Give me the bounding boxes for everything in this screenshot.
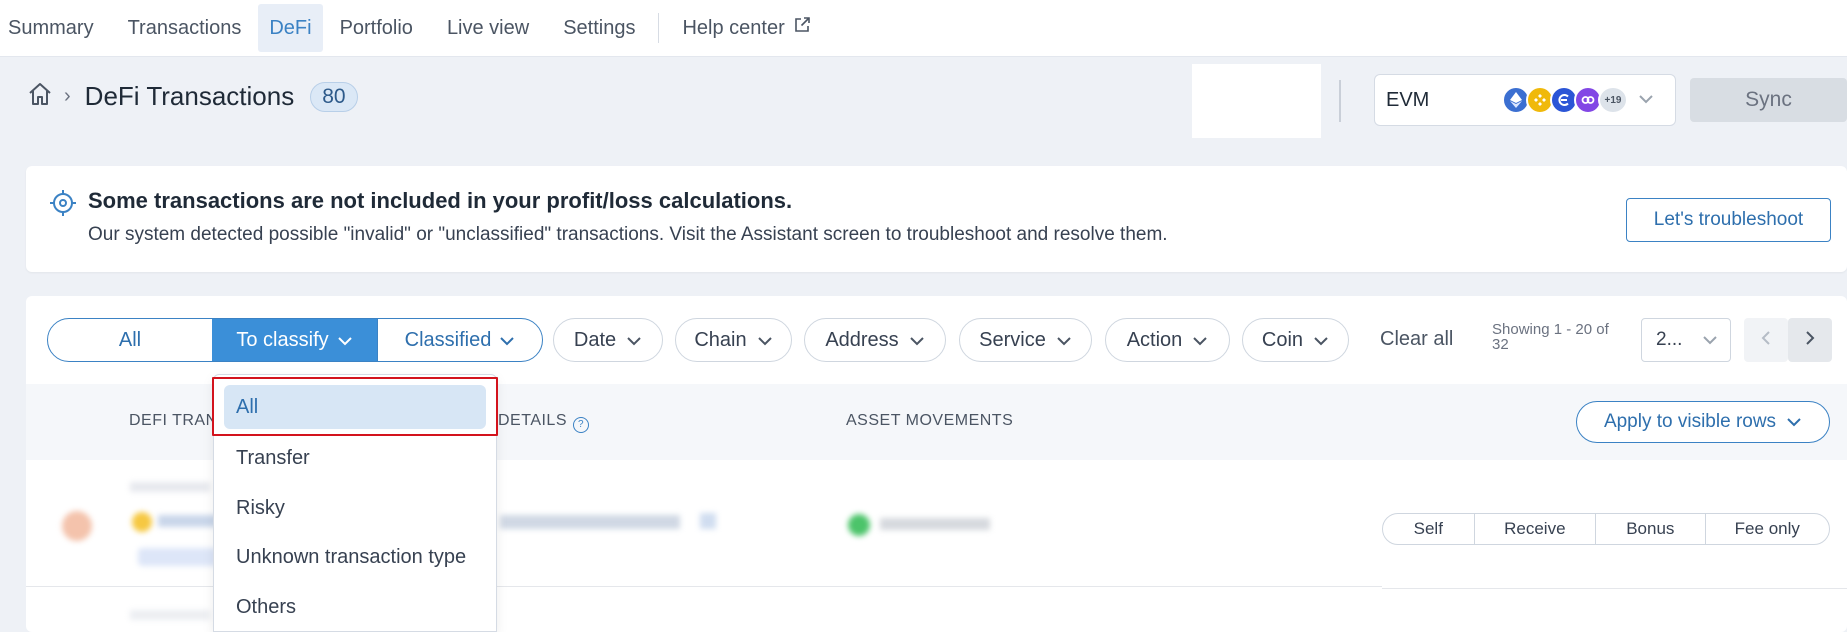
help-center-label: Help center <box>682 16 785 39</box>
transaction-count-badge: 80 <box>310 81 358 112</box>
breadcrumb-chevron-icon: › <box>64 85 71 107</box>
tab-settings[interactable]: Settings <box>546 4 652 52</box>
tab-transactions[interactable]: Transactions <box>111 4 259 52</box>
tag-bonus[interactable]: Bonus <box>1595 514 1705 544</box>
segment-classified-label: Classified <box>404 328 492 351</box>
classification-segmented-control: All To classify Classified <box>47 318 543 362</box>
row-coin-dot <box>132 512 152 532</box>
row2-date-placeholder <box>130 610 210 620</box>
tag-fee-only[interactable]: Fee only <box>1704 514 1829 544</box>
chevron-down-icon <box>909 329 925 352</box>
row-date-placeholder <box>130 482 210 492</box>
chevron-down-icon <box>1056 329 1072 352</box>
action-filter[interactable]: Action <box>1105 318 1230 362</box>
chain-select-label: EVM <box>1386 88 1430 111</box>
more-chains-badge: +19 <box>1598 86 1628 114</box>
top-nav: Summary Transactions DeFi Portfolio Live… <box>0 0 1847 57</box>
dropdown-option-transfer[interactable]: Transfer <box>236 447 310 470</box>
tag-self[interactable]: Self <box>1383 514 1474 544</box>
alert-heading: Some transactions are not included in yo… <box>88 188 793 213</box>
header-divider <box>1339 80 1341 122</box>
segment-to-classify-label: To classify <box>236 328 329 351</box>
column-asset-movements: ASSET MOVEMENTS <box>846 412 1014 429</box>
row-tag-placeholder <box>138 548 218 566</box>
page-size-value: 2... <box>1656 329 1683 350</box>
page-title: DeFi Transactions <box>84 81 295 111</box>
home-icon[interactable] <box>26 80 54 113</box>
address-filter[interactable]: Address <box>804 318 946 362</box>
segment-all[interactable]: All <box>48 319 212 361</box>
column-defi-transaction: DEFI TRAN <box>129 412 218 429</box>
coin-filter[interactable]: Coin <box>1242 318 1349 362</box>
chevron-left-icon <box>1761 330 1771 351</box>
row-name-placeholder <box>158 515 218 527</box>
dropdown-option-others[interactable]: Others <box>236 596 296 619</box>
tab-defi[interactable]: DeFi <box>258 4 323 52</box>
breadcrumb: › DeFi Transactions 80 <box>26 80 358 113</box>
row-status-dot <box>62 511 92 541</box>
action-filter-label: Action <box>1126 328 1183 351</box>
nav-divider <box>658 13 660 43</box>
chain-filter-label: Chain <box>694 328 747 351</box>
chain-select[interactable]: EVM +19 <box>1374 74 1676 126</box>
segment-all-label: All <box>118 328 142 351</box>
pnl-alert-banner: Some transactions are not included in yo… <box>26 166 1847 272</box>
apply-to-visible-rows-button[interactable]: Apply to visible rows <box>1576 401 1830 443</box>
column-details: DETAILS? <box>498 412 589 433</box>
blank-panel <box>1192 64 1321 138</box>
row-asset-placeholder <box>880 518 990 530</box>
tab-portfolio[interactable]: Portfolio <box>323 4 430 52</box>
segment-to-classify[interactable]: To classify <box>212 319 377 361</box>
troubleshoot-button[interactable]: Let's troubleshoot <box>1626 198 1831 242</box>
help-center-link[interactable]: Help center <box>665 4 827 52</box>
service-filter[interactable]: Service <box>959 318 1092 362</box>
dropdown-option-unknown-type[interactable]: Unknown transaction type <box>236 546 466 569</box>
tab-live-view[interactable]: Live view <box>430 4 546 52</box>
chevron-down-icon <box>1192 329 1208 352</box>
segment-classified[interactable]: Classified <box>377 319 542 361</box>
to-classify-dropdown: All Transfer Risky Unknown transaction t… <box>213 374 497 632</box>
address-filter-label: Address <box>825 328 899 351</box>
chevron-right-icon <box>1805 330 1815 351</box>
chevron-down-icon <box>499 329 515 352</box>
chain-filter[interactable]: Chain <box>675 318 792 362</box>
dropdown-option-risky[interactable]: Risky <box>236 497 285 520</box>
chevron-down-icon <box>1638 91 1654 109</box>
help-icon[interactable]: ? <box>573 417 589 433</box>
pagination-summary: Showing 1 - 20 of 32 <box>1492 321 1609 353</box>
tag-receive[interactable]: Receive <box>1473 514 1595 544</box>
service-filter-label: Service <box>979 328 1046 351</box>
row-action-tags: Self Receive Bonus Fee only <box>1382 513 1830 545</box>
alert-body: Our system detected possible "invalid" o… <box>88 224 1168 245</box>
chevron-down-icon <box>1313 329 1329 352</box>
apply-to-visible-rows-label: Apply to visible rows <box>1603 411 1777 432</box>
coin-filter-label: Coin <box>1261 328 1304 351</box>
chevron-down-icon <box>626 329 642 352</box>
row-divider <box>1382 588 1847 589</box>
chain-icons: +19 <box>1502 86 1628 114</box>
tab-summary[interactable]: Summary <box>0 4 111 52</box>
column-details-label: DETAILS <box>498 412 567 429</box>
sync-button[interactable]: Sync <box>1690 78 1847 122</box>
previous-page-button[interactable] <box>1744 318 1788 362</box>
date-filter-label: Date <box>573 328 617 351</box>
chevron-down-icon <box>337 329 353 352</box>
row-asset-dot <box>848 514 870 536</box>
page-size-select[interactable]: 2... <box>1641 318 1731 362</box>
row-copy-placeholder <box>700 513 716 529</box>
date-filter[interactable]: Date <box>553 318 663 362</box>
next-page-button[interactable] <box>1788 318 1832 362</box>
external-link-icon <box>793 16 811 40</box>
chevron-down-icon <box>757 329 773 352</box>
dropdown-option-all[interactable]: All <box>224 385 486 429</box>
row-details-placeholder <box>500 515 680 529</box>
target-icon <box>48 188 78 223</box>
clear-all-button[interactable]: Clear all <box>1380 328 1453 351</box>
chevron-down-icon <box>1786 411 1802 433</box>
chevron-down-icon <box>1702 329 1718 351</box>
